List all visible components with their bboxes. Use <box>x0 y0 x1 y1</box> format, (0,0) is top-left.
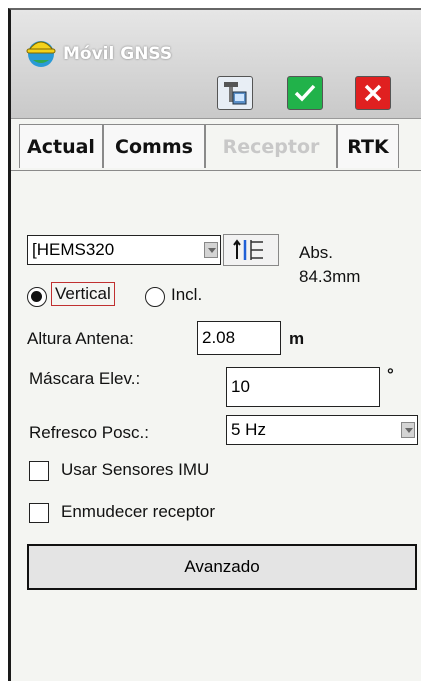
title-bar: Móvil GNSS <box>11 10 421 119</box>
vertical-label[interactable]: Vertical <box>51 282 115 306</box>
refresh-rate-value: 5 Hz <box>231 420 266 439</box>
cancel-button[interactable] <box>355 76 391 110</box>
imu-label[interactable]: Usar Sensores IMU <box>61 460 209 480</box>
helmet-logo-icon <box>26 41 56 67</box>
antenna-height-unit: m <box>289 329 305 348</box>
antenna-measure-button[interactable] <box>223 234 279 266</box>
tab-bar: Actual Comms Receptor RTK <box>11 122 421 170</box>
incl-radio[interactable] <box>145 287 165 307</box>
tab-actual[interactable]: Actual <box>19 124 103 168</box>
tab-comms[interactable]: Comms <box>103 124 205 168</box>
vertical-radio[interactable] <box>27 287 47 307</box>
antenna-height-label: Altura Antena: <box>27 329 134 348</box>
receptor-device-icon <box>224 82 247 105</box>
antenna-model-value: [HEMS320 <box>32 240 115 259</box>
imu-checkbox[interactable] <box>29 461 49 481</box>
mute-checkbox[interactable] <box>29 503 49 523</box>
antenna-height-input[interactable]: 2.08 <box>197 321 281 355</box>
refresh-rate-label: Refresco Posc.: <box>29 423 149 442</box>
advanced-button[interactable]: Avanzado <box>27 544 417 590</box>
receptor-device-button[interactable] <box>217 76 253 110</box>
mute-label[interactable]: Enmudecer receptor <box>61 502 215 522</box>
abs-value: 84.3mm <box>299 267 361 286</box>
elevation-mask-unit: ° <box>387 365 394 384</box>
app-title: Móvil GNSS <box>63 44 173 64</box>
chevron-down-icon <box>401 422 415 438</box>
elevation-mask-label: Máscara Elev.: <box>29 369 141 388</box>
receptor-panel: [HEMS320 Abs. 84.3mm Vertical Incl. Altu… <box>11 170 421 681</box>
close-icon <box>364 84 382 102</box>
refresh-rate-select[interactable]: 5 Hz <box>226 415 418 445</box>
tab-rtk[interactable]: RTK <box>337 124 399 168</box>
incl-label[interactable]: Incl. <box>171 285 202 305</box>
abs-label: Abs. <box>299 243 334 262</box>
ok-button[interactable] <box>287 76 323 110</box>
app-window: Móvil GNSS Actual Comms Receptor RTK [HE… <box>8 8 421 681</box>
check-icon <box>294 84 316 102</box>
antenna-height-icon <box>233 239 263 260</box>
tab-receptor[interactable]: Receptor <box>205 124 337 168</box>
chevron-down-icon <box>204 242 218 258</box>
elevation-mask-input[interactable]: 10 <box>226 367 380 407</box>
antenna-model-select[interactable]: [HEMS320 <box>27 235 221 265</box>
